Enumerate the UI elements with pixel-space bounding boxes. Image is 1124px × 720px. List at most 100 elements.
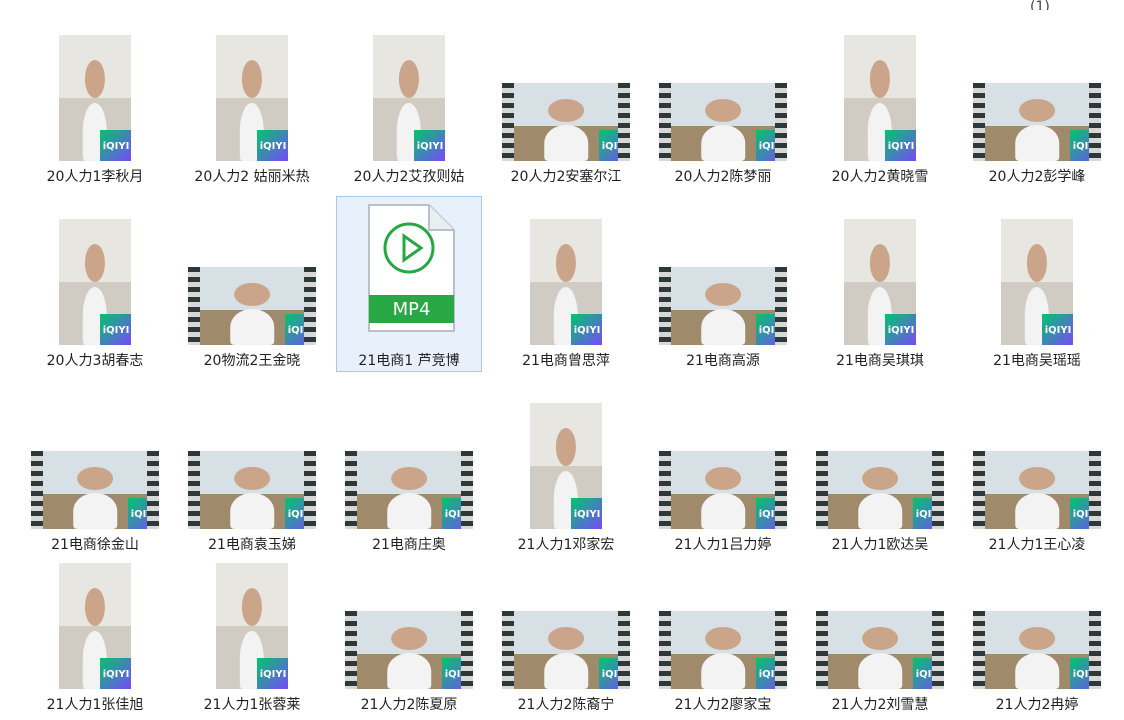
file-name-label: 20人力1李秋月: [46, 169, 144, 185]
video-file-tile[interactable]: iQIYI 21人力2廖家宝: [650, 540, 796, 716]
iqiyi-badge-icon: iQIYI: [257, 658, 288, 689]
iqiyi-badge-icon: iQIYI: [1070, 658, 1101, 689]
file-name-label: 21电商吴琪琪: [836, 353, 924, 369]
video-file-tile[interactable]: iQIYI 21人力1吕力婷: [650, 380, 796, 556]
video-thumbnail: iQIYI: [659, 267, 787, 345]
video-file-tile[interactable]: iQIYI 20人力2陈梦丽: [650, 12, 796, 188]
file-name-label: 20人力2黄晓雪: [831, 169, 929, 185]
iqiyi-badge-icon: iQIYI: [100, 314, 131, 345]
iqiyi-badge-icon: iQIYI: [599, 658, 630, 689]
video-thumbnail: iQIYI: [345, 611, 473, 689]
file-name-label: 21人力2陈裔宁: [517, 697, 615, 713]
file-name-label: 20人力3胡春志: [46, 353, 144, 369]
file-name-label: 21电商曾思萍: [522, 353, 610, 369]
file-name-label: 20人力2艾孜则姑: [353, 169, 465, 185]
video-file-tile[interactable]: iQIYI 21人力1张蓉莱: [179, 540, 325, 716]
video-thumbnail: iQIYI: [530, 219, 602, 345]
video-thumbnail: iQIYI: [973, 83, 1101, 161]
file-name-label: 21电商吴瑶瑶: [993, 353, 1081, 369]
video-file-tile[interactable]: iQIYI 20人力2彭学峰: [964, 12, 1110, 188]
video-thumbnail: iQIYI: [31, 451, 159, 529]
iqiyi-badge-icon: iQIYI: [285, 314, 316, 345]
iqiyi-badge-icon: iQIYI: [885, 314, 916, 345]
file-name-label: 21人力2陈夏原: [360, 697, 458, 713]
video-file-tile[interactable]: iQIYI 20人力2 姑丽米热: [179, 12, 325, 188]
video-thumbnail: iQIYI: [973, 611, 1101, 689]
mp4-file-tile[interactable]: MP4 21电商1 芦竞博: [336, 196, 482, 372]
file-name-label: 20人力2安塞尔江: [510, 169, 622, 185]
video-thumbnail: iQIYI: [502, 611, 630, 689]
video-thumbnail: iQIYI: [59, 563, 131, 689]
file-name-label: 20人力2 姑丽米热: [194, 169, 310, 185]
iqiyi-badge-icon: iQIYI: [1042, 314, 1073, 345]
video-thumbnail: iQIYI: [659, 83, 787, 161]
iqiyi-badge-icon: iQIYI: [756, 130, 787, 161]
iqiyi-badge-icon: iQIYI: [756, 498, 787, 529]
iqiyi-badge-icon: iQIYI: [913, 658, 944, 689]
video-thumbnail: iQIYI: [216, 35, 288, 161]
video-file-tile[interactable]: iQIYI 21电商高源: [650, 196, 796, 372]
video-thumbnail: iQIYI: [816, 611, 944, 689]
iqiyi-badge-icon: iQIYI: [1070, 130, 1101, 161]
iqiyi-badge-icon: iQIYI: [100, 658, 131, 689]
video-file-tile[interactable]: iQIYI 20人力3胡春志: [22, 196, 168, 372]
video-file-tile[interactable]: iQIYI 20人力2黄晓雪: [807, 12, 953, 188]
iqiyi-badge-icon: iQIYI: [414, 130, 445, 161]
video-file-tile[interactable]: iQIYI 20物流2王金晓: [179, 196, 325, 372]
video-file-tile[interactable]: iQIYI 21电商曾思萍: [493, 196, 639, 372]
iqiyi-badge-icon: iQIYI: [885, 130, 916, 161]
video-file-tile[interactable]: iQIYI 21人力2刘雪慧: [807, 540, 953, 716]
top-right-text: (1): [1030, 0, 1050, 10]
file-name-label: 20人力2彭学峰: [988, 169, 1086, 185]
video-thumbnail: iQIYI: [659, 451, 787, 529]
video-file-tile[interactable]: iQIYI 21人力1欧达吴: [807, 380, 953, 556]
video-thumbnail: iQIYI: [530, 403, 602, 529]
iqiyi-badge-icon: iQIYI: [100, 130, 131, 161]
video-file-tile[interactable]: iQIYI 21电商吴瑶瑶: [964, 196, 1110, 372]
iqiyi-badge-icon: iQIYI: [571, 498, 602, 529]
mp4-file-icon: MP4: [359, 203, 459, 333]
video-thumbnail: iQIYI: [844, 219, 916, 345]
video-file-tile[interactable]: iQIYI 20人力2安塞尔江: [493, 12, 639, 188]
video-thumbnail: iQIYI: [188, 451, 316, 529]
file-name-label: 21人力1张佳旭: [46, 697, 144, 713]
video-thumbnail: iQIYI: [973, 451, 1101, 529]
video-thumbnail: iQIYI: [216, 563, 288, 689]
video-thumbnail: iQIYI: [844, 35, 916, 161]
video-file-tile[interactable]: iQIYI 21人力1邓家宏: [493, 380, 639, 556]
video-thumbnail: iQIYI: [1001, 219, 1073, 345]
video-file-tile[interactable]: iQIYI 20人力1李秋月: [22, 12, 168, 188]
video-file-tile[interactable]: iQIYI 21人力2冉婷: [964, 540, 1110, 716]
video-thumbnail: iQIYI: [345, 451, 473, 529]
file-name-label: 21人力2廖家宝: [674, 697, 772, 713]
video-file-tile[interactable]: iQIYI 21人力1王心凌: [964, 380, 1110, 556]
file-name-label: 21人力2刘雪慧: [831, 697, 929, 713]
iqiyi-badge-icon: iQIYI: [756, 314, 787, 345]
file-name-label: 21电商1 芦竞博: [358, 353, 460, 369]
video-thumbnail: iQIYI: [59, 219, 131, 345]
video-file-tile[interactable]: iQIYI 20人力2艾孜则姑: [336, 12, 482, 188]
file-name-label: 21人力1张蓉莱: [203, 697, 301, 713]
iqiyi-badge-icon: iQIYI: [599, 130, 630, 161]
video-file-tile[interactable]: iQIYI 21电商吴琪琪: [807, 196, 953, 372]
iqiyi-badge-icon: iQIYI: [442, 498, 473, 529]
file-name-label: 21人力2冉婷: [995, 697, 1079, 713]
iqiyi-badge-icon: iQIYI: [756, 658, 787, 689]
video-file-tile[interactable]: iQIYI 21电商袁玉娣: [179, 380, 325, 556]
video-thumbnail: iQIYI: [373, 35, 445, 161]
video-file-tile[interactable]: iQIYI 21人力2陈夏原: [336, 540, 482, 716]
video-file-tile[interactable]: iQIYI 21人力2陈裔宁: [493, 540, 639, 716]
video-thumbnail: iQIYI: [502, 83, 630, 161]
iqiyi-badge-icon: iQIYI: [285, 498, 316, 529]
file-name-label: 21电商高源: [686, 353, 760, 369]
video-thumbnail: iQIYI: [816, 451, 944, 529]
video-file-tile[interactable]: iQIYI 21电商徐金山: [22, 380, 168, 556]
video-file-tile[interactable]: iQIYI 21人力1张佳旭: [22, 540, 168, 716]
video-thumbnail: iQIYI: [659, 611, 787, 689]
iqiyi-badge-icon: iQIYI: [442, 658, 473, 689]
iqiyi-badge-icon: iQIYI: [571, 314, 602, 345]
video-file-tile[interactable]: iQIYI 21电商庄奥: [336, 380, 482, 556]
iqiyi-badge-icon: iQIYI: [1070, 498, 1101, 529]
video-thumbnail: iQIYI: [188, 267, 316, 345]
video-thumbnail: iQIYI: [59, 35, 131, 161]
